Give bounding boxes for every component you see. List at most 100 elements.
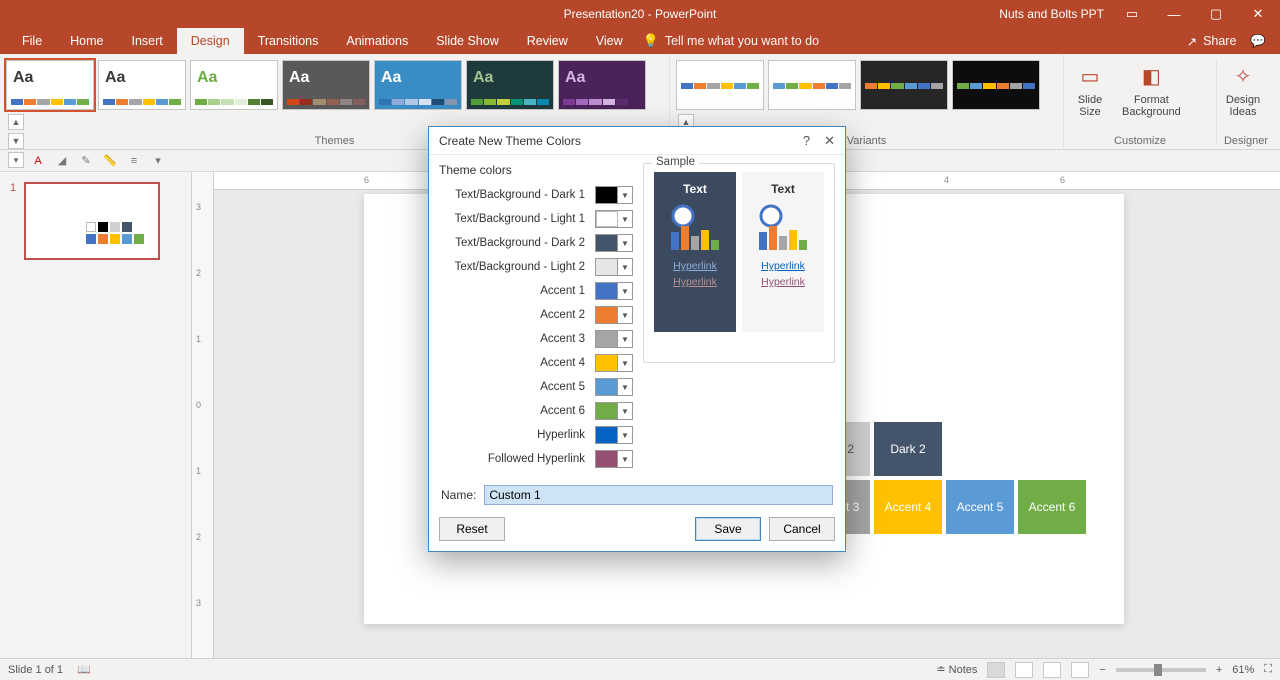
- tell-me-search[interactable]: 💡 Tell me what you want to do: [643, 28, 819, 54]
- tab-slideshow[interactable]: Slide Show: [422, 28, 513, 54]
- theme-thumb-5[interactable]: Aa: [466, 60, 554, 110]
- theme-color-picker-0[interactable]: ▼: [595, 186, 633, 204]
- tab-design[interactable]: Design: [177, 28, 244, 54]
- sample-legend: Sample: [652, 156, 699, 168]
- zoom-slider[interactable]: [1116, 668, 1206, 672]
- view-slideshow-icon[interactable]: [1071, 662, 1089, 678]
- slide-size-icon: ▭: [1074, 60, 1106, 92]
- theme-color-label: Accent 6: [439, 405, 595, 417]
- theme-color-picker-3[interactable]: ▼: [595, 258, 633, 276]
- dialog-titlebar[interactable]: Create New Theme Colors ? ✕: [429, 127, 845, 155]
- tab-animations[interactable]: Animations: [332, 28, 422, 54]
- minimize-icon[interactable]: —: [1160, 7, 1188, 22]
- theme-color-picker-6[interactable]: ▼: [595, 330, 633, 348]
- dialog-help-icon[interactable]: ?: [803, 133, 810, 149]
- tab-file[interactable]: File: [8, 28, 56, 54]
- comments-icon[interactable]: 💬: [1250, 34, 1266, 49]
- variant-thumb-3[interactable]: [952, 60, 1040, 110]
- themes-scroll-0[interactable]: ▲: [8, 114, 24, 130]
- tab-view[interactable]: View: [582, 28, 637, 54]
- slide-size-label: Slide Size: [1078, 94, 1102, 118]
- view-normal-icon[interactable]: [987, 662, 1005, 678]
- format-background-icon: ◧: [1135, 60, 1167, 92]
- tab-transitions[interactable]: Transitions: [244, 28, 333, 54]
- format-background-label: Format Background: [1122, 94, 1181, 118]
- theme-color-row-3: Text/Background - Light 2▼: [439, 255, 633, 279]
- theme-color-picker-10[interactable]: ▼: [595, 426, 633, 444]
- save-button[interactable]: Save: [695, 517, 761, 541]
- spellcheck-icon[interactable]: 📖: [77, 663, 91, 676]
- themes-scroll-2[interactable]: ▾: [8, 152, 24, 168]
- theme-color-label: Text/Background - Light 1: [439, 213, 595, 225]
- theme-color-row-9: Accent 6▼: [439, 399, 633, 423]
- sample-chart-icon: [753, 196, 813, 256]
- notes-toggle[interactable]: ≐ Notes: [936, 663, 977, 676]
- theme-color-picker-7[interactable]: ▼: [595, 354, 633, 372]
- cancel-button[interactable]: Cancel: [769, 517, 835, 541]
- slide-thumbnail-1[interactable]: [24, 182, 160, 260]
- theme-color-picker-8[interactable]: ▼: [595, 378, 633, 396]
- zoom-level[interactable]: 61%: [1232, 664, 1254, 676]
- theme-color-row-11: Followed Hyperlink▼: [439, 447, 633, 471]
- theme-thumb-6[interactable]: Aa: [558, 60, 646, 110]
- statusbar: Slide 1 of 1 📖 ≐ Notes − + 61% ⛶: [0, 658, 1280, 680]
- swatch-dark2: Dark 2: [874, 422, 942, 476]
- designer-group: ✧ Design Ideas Designer: [1217, 54, 1275, 149]
- zoom-out-button[interactable]: −: [1099, 664, 1105, 676]
- theme-color-row-8: Accent 5▼: [439, 375, 633, 399]
- slide-thumbnail-panel[interactable]: 1: [0, 172, 192, 658]
- theme-color-label: Accent 4: [439, 357, 595, 369]
- theme-colors-legend: Theme colors: [439, 163, 633, 177]
- theme-color-row-5: Accent 2▼: [439, 303, 633, 327]
- theme-name-input[interactable]: [484, 485, 833, 505]
- theme-thumb-1[interactable]: Aa: [98, 60, 186, 110]
- tell-me-placeholder: Tell me what you want to do: [665, 34, 819, 48]
- sample-light-text: Text: [771, 182, 795, 196]
- slide-counter[interactable]: Slide 1 of 1: [8, 664, 63, 676]
- theme-color-label: Text/Background - Dark 2: [439, 237, 595, 249]
- swatch-accent5: Accent 5: [946, 480, 1014, 534]
- theme-color-row-7: Accent 4▼: [439, 351, 633, 375]
- tab-insert[interactable]: Insert: [118, 28, 177, 54]
- theme-color-label: Accent 3: [439, 333, 595, 345]
- share-button[interactable]: ↗ Share: [1187, 34, 1237, 49]
- theme-color-label: Followed Hyperlink: [439, 453, 595, 465]
- create-theme-colors-dialog: Create New Theme Colors ? ✕ Theme colors…: [428, 126, 846, 552]
- theme-color-picker-9[interactable]: ▼: [595, 402, 633, 420]
- sample-chart-icon: [665, 196, 725, 256]
- sample-hyperlink-dark: Hyperlink: [673, 260, 717, 272]
- sample-panel: Sample Text Hyperlink Hyperlink: [643, 163, 835, 363]
- reset-button[interactable]: Reset: [439, 517, 505, 541]
- maximize-icon[interactable]: ▢: [1202, 6, 1230, 22]
- theme-color-picker-11[interactable]: ▼: [595, 450, 633, 468]
- variant-thumb-1[interactable]: [768, 60, 856, 110]
- close-icon[interactable]: ✕: [1244, 6, 1272, 22]
- theme-thumb-0[interactable]: Aa: [6, 60, 94, 110]
- tab-review[interactable]: Review: [513, 28, 582, 54]
- view-reading-icon[interactable]: [1043, 662, 1061, 678]
- account-name[interactable]: Nuts and Bolts PPT: [999, 7, 1104, 21]
- theme-color-row-6: Accent 3▼: [439, 327, 633, 351]
- share-icon: ↗: [1187, 34, 1197, 49]
- theme-color-picker-2[interactable]: ▼: [595, 234, 633, 252]
- theme-color-label: Accent 2: [439, 309, 595, 321]
- zoom-in-button[interactable]: +: [1216, 664, 1222, 676]
- theme-color-picker-5[interactable]: ▼: [595, 306, 633, 324]
- ribbon-display-options-icon[interactable]: ▭: [1118, 6, 1146, 22]
- fit-to-window-icon[interactable]: ⛶: [1264, 663, 1272, 676]
- theme-thumb-4[interactable]: Aa: [374, 60, 462, 110]
- titlebar: Presentation20 - PowerPoint Nuts and Bol…: [0, 0, 1280, 28]
- view-sorter-icon[interactable]: [1015, 662, 1033, 678]
- sample-dark-preview: Text Hyperlink Hyperlink: [654, 172, 736, 332]
- vertical-ruler: 3210123: [192, 172, 214, 658]
- theme-thumb-2[interactable]: Aa: [190, 60, 278, 110]
- dialog-close-icon[interactable]: ✕: [824, 133, 835, 149]
- theme-thumb-3[interactable]: Aa: [282, 60, 370, 110]
- theme-color-picker-4[interactable]: ▼: [595, 282, 633, 300]
- tab-home[interactable]: Home: [56, 28, 117, 54]
- group-label-designer: Designer: [1217, 135, 1275, 147]
- variant-thumb-0[interactable]: [676, 60, 764, 110]
- theme-color-label: Text/Background - Dark 1: [439, 189, 595, 201]
- theme-color-picker-1[interactable]: ▼: [595, 210, 633, 228]
- variant-thumb-2[interactable]: [860, 60, 948, 110]
